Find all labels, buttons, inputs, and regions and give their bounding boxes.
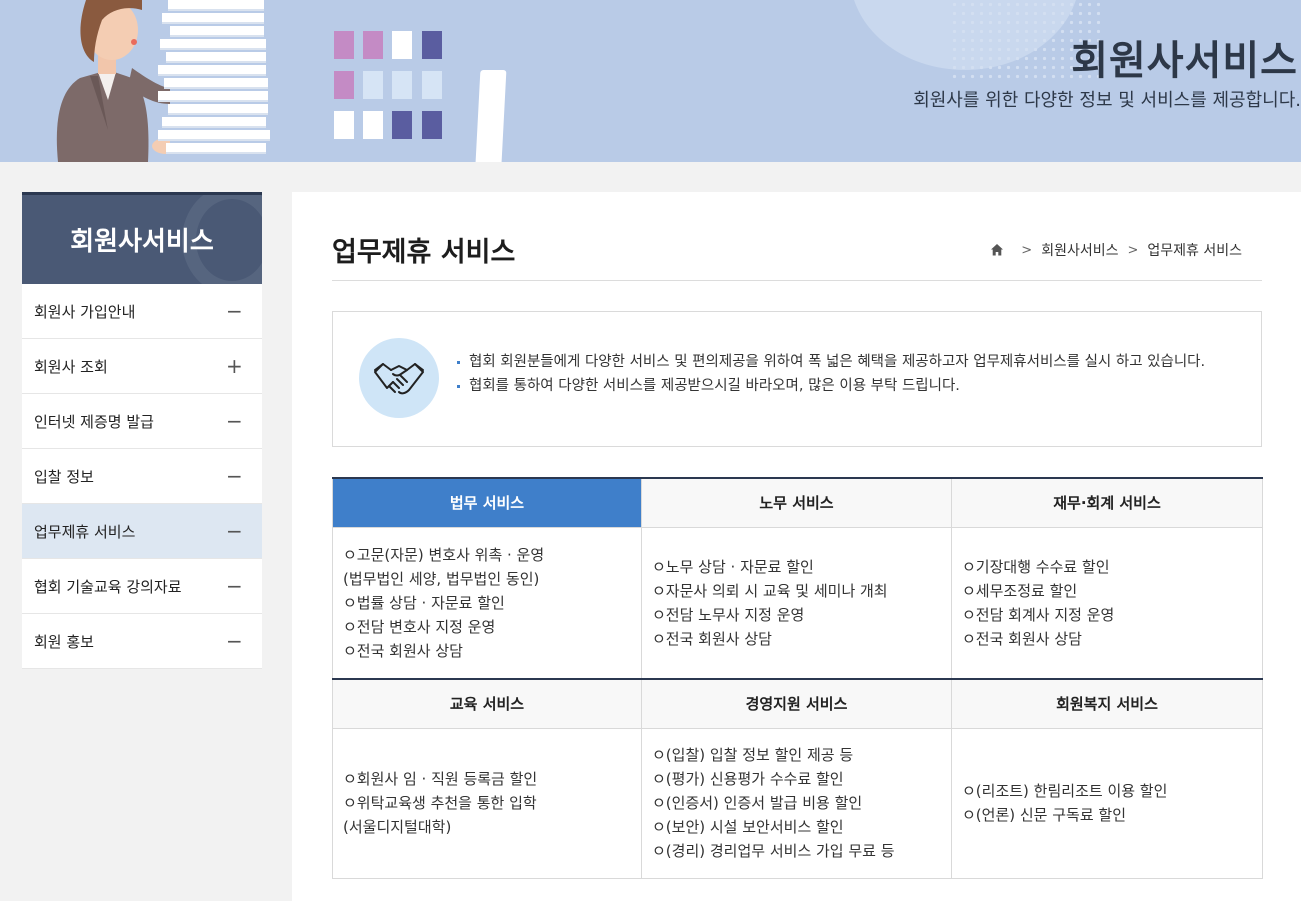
service-line: ㅇ전국 회원사 상담 <box>652 629 772 648</box>
chevron-right-icon: > <box>1127 242 1139 258</box>
tab-legal-service[interactable]: 법무 서비스 <box>332 477 642 528</box>
main-content: 업무제휴 서비스 > 회원사서비스 > 업무제휴 서비스 협회 회원분들에게 다… <box>292 192 1301 901</box>
calendar-blocks-illustration <box>334 31 444 141</box>
service-line: ㅇ전국 회원사 상담 <box>962 629 1082 648</box>
service-line: ㅇ(리조트) 한림리조트 이용 할인 <box>962 782 1168 800</box>
plus-icon[interactable]: + <box>226 354 243 378</box>
intro-text: 협회를 통하여 다양한 서비스를 제공받으시길 바라오며, 많은 이용 부탁 드… <box>457 374 1217 398</box>
service-line: ㅇ고문(자문) 변호사 위촉 · 운영 <box>343 545 545 564</box>
sidebar-item-bid-info[interactable]: 입찰 정보 − <box>22 449 262 504</box>
service-line: ㅇ(평가) 신용평가 수수료 할인 <box>652 770 844 788</box>
sidebar-item-membership-guide[interactable]: 회원사 가입안내 − <box>22 284 262 339</box>
service-line: ㅇ(보안) 시설 보안서비스 할인 <box>652 818 844 836</box>
service-line: ㅇ회원사 임 · 직원 등록금 할인 <box>343 770 538 788</box>
service-line: ㅇ전담 회계사 지정 운영 <box>962 605 1115 624</box>
handshake-icon <box>359 338 439 418</box>
service-line: ㅇ세무조정료 할인 <box>962 581 1078 600</box>
intro-list: 협회 회원분들에게 다양한 서비스 및 편의제공을 위하여 폭 넓은 혜택을 제… <box>457 350 1217 398</box>
service-line: ㅇ법률 상담 · 자문료 할인 <box>343 593 505 612</box>
sidebar-item-label: 협회 기술교육 강의자료 <box>34 577 182 596</box>
welfare-service-details: ㅇ(리조트) 한림리조트 이용 할인 ㅇ(언론) 신문 구독료 할인 <box>951 728 1263 879</box>
paper-stack-illustration <box>158 0 270 160</box>
page-title: 업무제휴 서비스 <box>332 237 516 268</box>
labor-service-details: ㅇ노무 상담 · 자문료 할인 ㅇ자문사 의뢰 시 교육 및 세미나 개최 ㅇ전… <box>641 527 952 680</box>
service-line: ㅇ(경리) 경리업무 서비스 가입 무료 등 <box>652 842 895 860</box>
banner-title: 회원사서비스 <box>1071 38 1298 84</box>
sidebar-title: 회원사서비스 <box>70 227 214 257</box>
service-line: ㅇ(입찰) 입찰 정보 할인 제공 등 <box>652 746 854 764</box>
minus-icon[interactable]: − <box>226 629 243 653</box>
title-divider <box>332 280 1262 281</box>
sidebar-header: 회원사서비스 <box>22 192 262 284</box>
sidebar-item-label: 회원사 가입안내 <box>34 302 136 321</box>
education-service-details: ㅇ회원사 임 · 직원 등록금 할인 ㅇ위탁교육생 추천을 통한 입학 (서울디… <box>332 728 642 879</box>
intro-box: 협회 회원분들에게 다양한 서비스 및 편의제공을 위하여 폭 넓은 혜택을 제… <box>332 311 1262 447</box>
service-line: ㅇ위탁교육생 추천을 통한 입학 <box>343 794 537 812</box>
minus-icon[interactable]: − <box>226 409 243 433</box>
minus-icon[interactable]: − <box>226 574 243 598</box>
tab-labor-service[interactable]: 노무 서비스 <box>641 477 952 528</box>
breadcrumb-item[interactable]: 회원사서비스 <box>1041 240 1118 260</box>
management-service-details: ㅇ(입찰) 입찰 정보 할인 제공 등 ㅇ(평가) 신용평가 수수료 할인 ㅇ(… <box>641 728 952 879</box>
breadcrumb: > 회원사서비스 > 업무제휴 서비스 <box>990 240 1242 260</box>
banner-subtitle: 회원사를 위한 다양한 정보 및 서비스를 제공합니다. <box>913 90 1301 111</box>
service-line: ㅇ(언론) 신문 구독료 할인 <box>962 806 1127 824</box>
sidebar-nav: 회원사서비스 회원사 가입안내 − 회원사 조회 + 인터넷 제증명 발급 − … <box>22 192 262 669</box>
service-line: ㅇ자문사 의뢰 시 교육 및 세미나 개최 <box>652 581 888 600</box>
sidebar-item-certificate[interactable]: 인터넷 제증명 발급 − <box>22 394 262 449</box>
finance-service-details: ㅇ기장대행 수수료 할인 ㅇ세무조정료 할인 ㅇ전담 회계사 지정 운영 ㅇ전국… <box>951 527 1263 680</box>
minus-icon[interactable]: − <box>226 299 243 323</box>
intro-text: 협회 회원분들에게 다양한 서비스 및 편의제공을 위하여 폭 넓은 혜택을 제… <box>457 350 1217 374</box>
office-worker-illustration <box>56 0 170 162</box>
sidebar-item-member-search[interactable]: 회원사 조회 + <box>22 339 262 394</box>
service-line: ㅇ(인증서) 인증서 발급 비용 할인 <box>652 794 863 812</box>
tab-management-service[interactable]: 경영지원 서비스 <box>641 678 952 729</box>
service-line: (서울디지털대학) <box>343 818 452 836</box>
legal-service-details: ㅇ고문(자문) 변호사 위촉 · 운영 (법무법인 세양, 법무법인 동인) ㅇ… <box>332 527 642 680</box>
service-line: ㅇ전국 회원사 상담 <box>343 641 463 660</box>
service-line: ㅇ전담 노무사 지정 운영 <box>652 605 805 624</box>
sidebar-item-label: 입찰 정보 <box>34 467 94 486</box>
tab-finance-service[interactable]: 재무·회계 서비스 <box>951 477 1263 528</box>
service-line: ㅇ전담 변호사 지정 운영 <box>343 617 496 636</box>
minus-icon[interactable]: − <box>226 519 243 543</box>
home-icon[interactable] <box>990 243 1004 257</box>
sidebar-item-label: 회원사 조회 <box>34 357 108 376</box>
sidebar-item-partnership[interactable]: 업무제휴 서비스 − <box>22 504 262 559</box>
sidebar-item-label: 업무제휴 서비스 <box>34 522 136 541</box>
sidebar-item-member-promotion[interactable]: 회원 홍보 − <box>22 614 262 669</box>
service-line: (법무법인 세양, 법무법인 동인) <box>343 569 540 588</box>
minus-icon[interactable]: − <box>226 464 243 488</box>
chevron-right-icon: > <box>1021 242 1033 258</box>
service-line: ㅇ노무 상담 · 자문료 할인 <box>652 557 814 576</box>
sidebar-item-label: 인터넷 제증명 발급 <box>34 412 154 431</box>
top-banner: 회원사서비스 회원사를 위한 다양한 정보 및 서비스를 제공합니다. <box>0 0 1301 162</box>
monitor-illustration <box>475 70 507 162</box>
sidebar-item-label: 회원 홍보 <box>34 632 94 651</box>
service-line: ㅇ기장대행 수수료 할인 <box>962 557 1110 576</box>
breadcrumb-current[interactable]: 업무제휴 서비스 <box>1147 240 1242 260</box>
tab-welfare-service[interactable]: 회원복지 서비스 <box>951 678 1263 729</box>
sidebar-item-lecture-materials[interactable]: 협회 기술교육 강의자료 − <box>22 559 262 614</box>
tab-education-service[interactable]: 교육 서비스 <box>332 678 642 729</box>
service-table: 법무 서비스 노무 서비스 재무·회계 서비스 ㅇ고문(자문) 변호사 위촉 ·… <box>332 477 1263 879</box>
